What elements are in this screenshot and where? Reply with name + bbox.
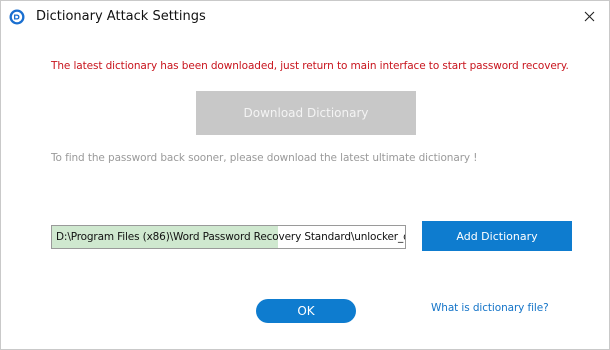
close-icon[interactable]	[584, 7, 595, 26]
window-title: Dictionary Attack Settings	[36, 9, 206, 24]
dictionary-path-field[interactable]: D:\Program Files (x86)\Word Password Rec…	[51, 225, 406, 249]
download-dictionary-button[interactable]: Download Dictionary	[196, 91, 416, 135]
dialog-window: Dictionary Attack Settings The latest di…	[0, 0, 610, 350]
download-hint-text: To find the password back sooner, please…	[51, 152, 478, 164]
close-button[interactable]	[569, 1, 609, 32]
add-dictionary-button[interactable]: Add Dictionary	[422, 221, 572, 251]
app-logo-icon	[9, 9, 25, 25]
dictionary-path-text: D:\Program Files (x86)\Word Password Rec…	[56, 231, 406, 243]
download-status-message: The latest dictionary has been downloade…	[51, 60, 569, 72]
ok-button[interactable]: OK	[256, 299, 356, 323]
title-bar[interactable]: Dictionary Attack Settings	[1, 1, 609, 33]
what-is-dictionary-link[interactable]: What is dictionary file?	[431, 302, 549, 314]
